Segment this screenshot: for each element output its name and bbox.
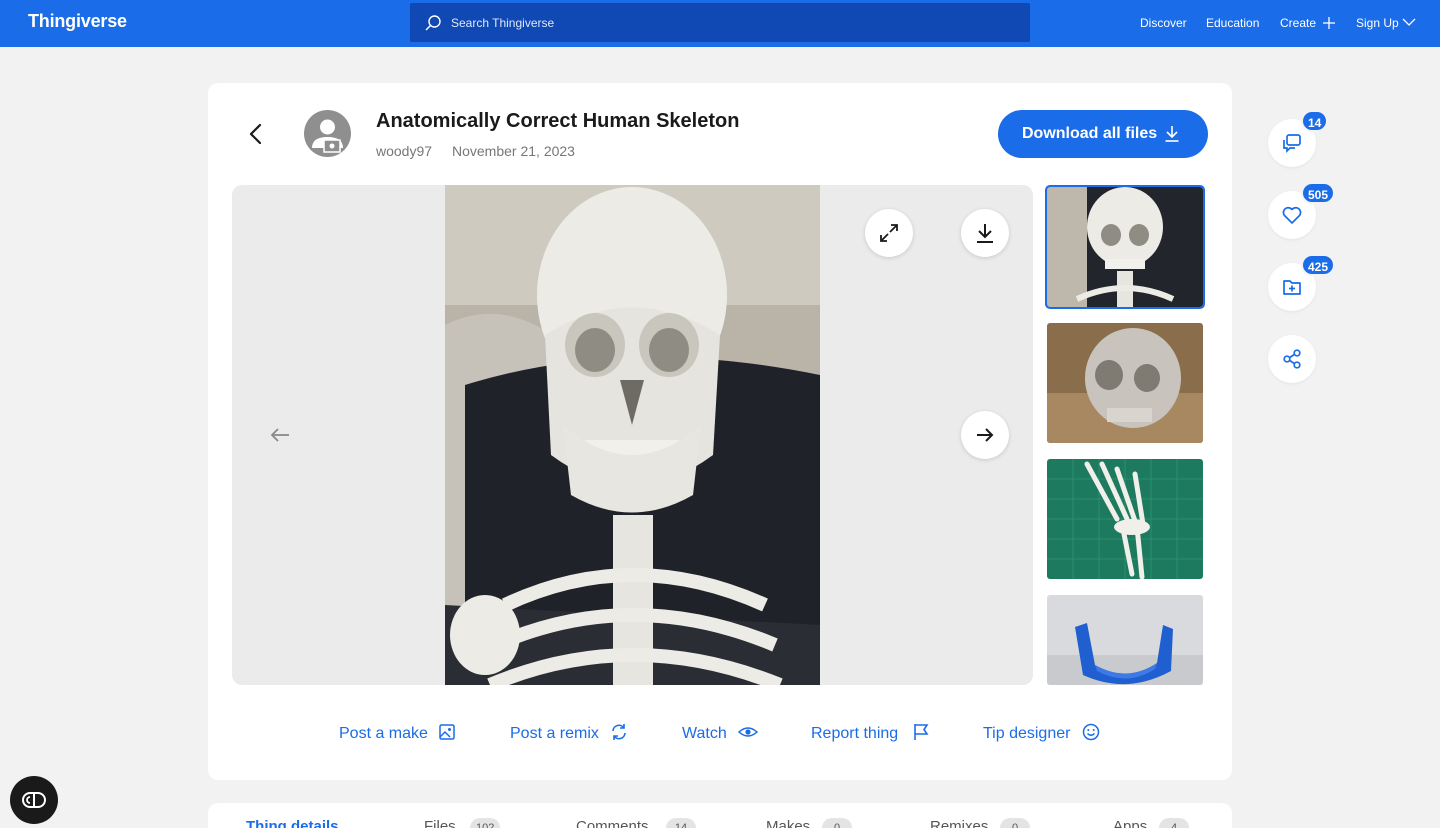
remixes-count: 0: [1000, 818, 1030, 828]
comments-icon: [1283, 134, 1301, 154]
thumbnail-2[interactable]: [1047, 323, 1203, 443]
thumbnail-3[interactable]: [1047, 459, 1203, 579]
nav-create[interactable]: Create: [1280, 16, 1316, 30]
add-folder-icon: [1283, 280, 1301, 295]
back-arrow-icon[interactable]: [240, 118, 272, 150]
fullscreen-button[interactable]: [865, 209, 913, 257]
tabs-bar: [208, 803, 1232, 828]
share-icon: [1283, 349, 1301, 369]
heart-icon: [1282, 206, 1302, 224]
thumbnail-image: [1047, 459, 1203, 579]
post-make-label: Post a make: [339, 725, 428, 742]
watch-link[interactable]: Watch: [682, 723, 758, 745]
download-all-label: Download all files: [1022, 125, 1158, 142]
thumbnail-image: [1047, 187, 1203, 307]
report-thing-label: Report thing: [811, 725, 899, 742]
plus-icon[interactable]: [1322, 16, 1336, 30]
download-icon: [1165, 126, 1179, 142]
tab-comments[interactable]: Comments: [576, 818, 649, 828]
search-input[interactable]: Search Thingiverse: [451, 16, 554, 30]
arrow-left-icon[interactable]: [268, 424, 292, 446]
post-remix-label: Post a remix: [510, 725, 599, 742]
image-icon: [439, 724, 455, 740]
smile-icon: [1082, 723, 1100, 741]
comments-tab-count: 14: [666, 818, 696, 828]
thumbnail-image: [1047, 595, 1203, 685]
cookie-settings-button[interactable]: [10, 776, 58, 824]
author-link[interactable]: woody97: [376, 143, 432, 159]
files-count: 102: [470, 818, 501, 828]
tab-makes[interactable]: Makes: [766, 818, 810, 828]
tab-thing-details[interactable]: Thing details: [246, 818, 339, 828]
thumbnail-4[interactable]: [1047, 595, 1203, 685]
remix-icon: [612, 724, 626, 740]
nav-sign-up[interactable]: Sign Up: [1356, 16, 1399, 30]
expand-icon: [880, 224, 898, 242]
nav-education[interactable]: Education: [1206, 16, 1259, 30]
eye-icon: [738, 727, 758, 737]
thing-title: Anatomically Correct Human Skeleton: [376, 110, 740, 132]
download-all-button[interactable]: Download all files: [998, 110, 1208, 158]
flag-icon: [914, 724, 929, 740]
cookie-settings-icon: [22, 792, 46, 808]
tab-remixes[interactable]: Remixes: [930, 818, 988, 828]
publish-date: November 21, 2023: [452, 143, 575, 159]
thumbnail-1[interactable]: [1045, 185, 1205, 309]
watch-label: Watch: [682, 725, 727, 742]
top-navigation-bar: Thingiverse Search Thingiverse Discover …: [0, 0, 1440, 47]
nav-discover[interactable]: Discover: [1140, 16, 1187, 30]
download-icon: [977, 224, 993, 243]
chevron-down-icon[interactable]: [1402, 17, 1416, 27]
makes-count: 0: [822, 818, 852, 828]
tab-apps[interactable]: Apps: [1113, 818, 1147, 828]
download-image-button[interactable]: [961, 209, 1009, 257]
apps-count: 4: [1159, 818, 1189, 828]
next-image-button[interactable]: [961, 411, 1009, 459]
tip-designer-link[interactable]: Tip designer: [983, 723, 1103, 745]
share-button[interactable]: [1268, 335, 1316, 383]
report-thing-link[interactable]: Report thing: [811, 723, 931, 745]
thumbnail-image: [1047, 323, 1203, 443]
likes-count-badge: 505: [1301, 182, 1336, 204]
post-remix-link[interactable]: Post a remix: [510, 723, 628, 745]
post-make-link[interactable]: Post a make: [339, 723, 457, 745]
image-gallery: [232, 185, 1033, 685]
main-photo[interactable]: [445, 185, 820, 685]
tab-files[interactable]: Files: [424, 818, 456, 828]
tip-designer-label: Tip designer: [983, 725, 1071, 742]
avatar[interactable]: [304, 110, 351, 157]
search-box[interactable]: Search Thingiverse: [410, 3, 1030, 42]
thingiverse-logo[interactable]: Thingiverse: [28, 11, 127, 32]
search-icon: [425, 15, 441, 31]
default-avatar-icon: [312, 119, 343, 153]
arrow-right-icon: [977, 428, 994, 442]
collections-count-badge: 425: [1301, 254, 1336, 276]
comments-count-badge: 14: [1301, 110, 1329, 132]
